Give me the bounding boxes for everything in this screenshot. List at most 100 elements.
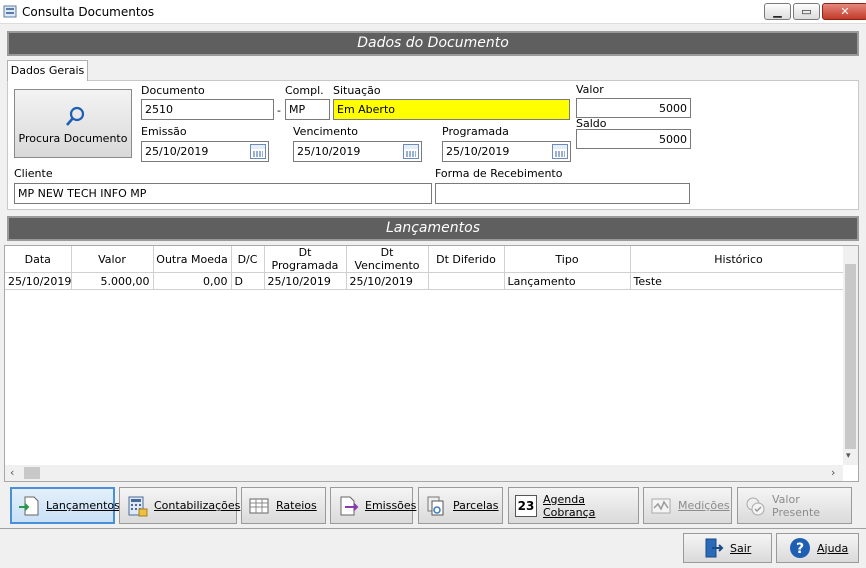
procura-documento-button[interactable]: Procura Documento <box>14 89 132 158</box>
lancamentos-button[interactable]: Lançamentos <box>10 487 120 524</box>
emissao-value: 25/10/2019 <box>145 145 209 158</box>
col-header-valor[interactable]: Valor <box>71 246 154 273</box>
horizontal-scroll-thumb[interactable] <box>24 467 40 479</box>
valor-presente-button[interactable]: Valor Presente <box>737 487 852 524</box>
emissao-label: Emissão <box>141 125 187 138</box>
sair-button-label: Sair <box>730 541 752 555</box>
col-header-dt-vencimento[interactable]: Dt Vencimento <box>346 246 429 273</box>
parcelas-button[interactable]: Parcelas <box>418 487 503 524</box>
cell-historico: Teste <box>630 272 848 290</box>
documento-field[interactable]: 2510 <box>141 99 274 120</box>
programada-value: 25/10/2019 <box>446 145 510 158</box>
emissoes-button-label: Emissões <box>365 499 417 512</box>
saldo-field[interactable]: 5000 <box>576 129 691 149</box>
cell-valor: 5.000,00 <box>71 272 154 290</box>
horizontal-scrollbar[interactable]: ‹ › <box>5 465 843 481</box>
cell-dc: D <box>231 272 265 290</box>
col-header-historico[interactable]: Histórico <box>630 246 848 273</box>
cliente-field[interactable]: MP NEW TECH INFO MP <box>14 183 432 204</box>
col-header-tipo[interactable]: Tipo <box>504 246 631 273</box>
scroll-right-icon[interactable]: › <box>831 466 835 479</box>
col-header-outra-moeda[interactable]: Outra Moeda <box>153 246 232 273</box>
cell-dt-programada: 25/10/2019 <box>264 272 347 290</box>
col-header-dt-diferido[interactable]: Dt Diferido <box>428 246 505 273</box>
dados-documento-header: Dados do Documento <box>7 31 859 56</box>
vertical-scroll-thumb[interactable] <box>845 264 856 449</box>
lancamentos-button-label: Lançamentos <box>46 499 120 512</box>
col-header-dc[interactable]: D/C <box>231 246 265 273</box>
contabilizacoes-button-label: Contabilizações <box>154 499 241 512</box>
calendar-icon: 23 <box>515 494 537 517</box>
medicoes-button[interactable]: Medições <box>643 487 732 524</box>
compl-field[interactable]: MP <box>285 99 330 120</box>
table-icon <box>248 495 270 517</box>
emissao-date-field[interactable]: 25/10/2019 <box>141 141 269 162</box>
cell-tipo: Lançamento <box>504 272 631 290</box>
cliente-label: Cliente <box>14 167 53 180</box>
maximize-button[interactable]: ▭ <box>793 3 820 20</box>
vencimento-date-field[interactable]: 25/10/2019 <box>293 141 422 162</box>
vencimento-label: Vencimento <box>293 125 359 138</box>
close-icon: ✕ <box>840 5 850 18</box>
minimize-icon: ▁ <box>773 5 782 18</box>
forma-recebimento-field[interactable] <box>435 183 690 204</box>
maximize-icon: ▭ <box>801 5 812 18</box>
calendar-icon[interactable] <box>250 144 266 159</box>
help-icon: ? <box>789 537 811 559</box>
parcelas-button-label: Parcelas <box>453 499 499 512</box>
agenda-cobranca-button-label: Agenda Cobrança <box>543 492 596 519</box>
exit-door-icon <box>702 537 724 559</box>
vertical-scrollbar[interactable]: ▾ <box>843 246 858 465</box>
scroll-down-icon[interactable]: ▾ <box>846 451 851 461</box>
title-bar: Consulta Documentos ▁ ▭ ✕ <box>0 0 866 24</box>
valor-presente-button-label: Valor Presente <box>772 492 821 519</box>
agenda-cobranca-button[interactable]: 23 Agenda Cobrança <box>508 487 639 524</box>
rateios-button[interactable]: Rateios <box>241 487 326 524</box>
search-icon <box>66 106 85 126</box>
document-arrow-icon <box>18 495 40 517</box>
ajuda-button[interactable]: ? Ajuda <box>776 533 859 563</box>
contabilizacoes-button[interactable]: Contabilizações <box>119 487 241 524</box>
documento-separator: - <box>277 104 281 117</box>
valor-field[interactable]: 5000 <box>576 98 691 118</box>
programada-date-field[interactable]: 25/10/2019 <box>442 141 571 162</box>
documento-label: Documento <box>141 84 205 97</box>
situacao-label: Situação <box>333 84 381 97</box>
medicoes-button-label: Medições <box>678 499 730 512</box>
svg-text:?: ? <box>796 541 804 557</box>
ajuda-button-label: Ajuda <box>817 541 849 555</box>
lancamentos-header: Lançamentos <box>7 216 859 241</box>
window-title: Consulta Documentos <box>22 5 155 19</box>
table-row[interactable]: 25/10/2019 5.000,00 0,00 D 25/10/2019 25… <box>5 272 848 290</box>
calendar-icon[interactable] <box>552 144 568 159</box>
sair-button[interactable]: Sair <box>683 533 772 563</box>
cell-outra-moeda: 0,00 <box>153 272 232 290</box>
app-icon <box>3 4 18 19</box>
situacao-field[interactable]: Em Aberto <box>333 99 570 120</box>
col-header-data[interactable]: Data <box>5 246 72 273</box>
compl-label: Compl. <box>285 84 324 97</box>
procura-documento-label: Procura Documento <box>18 132 128 145</box>
calculator-icon <box>126 495 148 517</box>
chart-icon <box>650 495 672 517</box>
valor-label: Valor <box>576 83 604 96</box>
vencimento-value: 25/10/2019 <box>297 145 361 158</box>
minimize-button[interactable]: ▁ <box>764 3 791 20</box>
close-button[interactable]: ✕ <box>822 3 866 20</box>
coins-icon <box>744 495 766 517</box>
tab-dados-gerais[interactable]: Dados Gerais <box>7 60 88 81</box>
emissoes-button[interactable]: Emissões <box>330 487 417 524</box>
documents-icon <box>425 495 447 517</box>
scroll-left-icon[interactable]: ‹ <box>10 466 14 479</box>
lancamentos-grid: Data Valor Outra Moeda D/C Dt Programada… <box>4 245 859 482</box>
forma-recebimento-label: Forma de Recebimento <box>435 167 563 180</box>
footer-divider <box>0 528 866 529</box>
cell-dt-diferido <box>428 272 505 290</box>
cell-dt-vencimento: 25/10/2019 <box>346 272 429 290</box>
cell-data: 25/10/2019 <box>5 272 72 290</box>
document-export-icon <box>337 495 359 517</box>
calendar-icon[interactable] <box>403 144 419 159</box>
col-header-dt-programada[interactable]: Dt Programada <box>264 246 347 273</box>
programada-label: Programada <box>442 125 509 138</box>
grid-header-row: Data Valor Outra Moeda D/C Dt Programada… <box>5 246 848 273</box>
